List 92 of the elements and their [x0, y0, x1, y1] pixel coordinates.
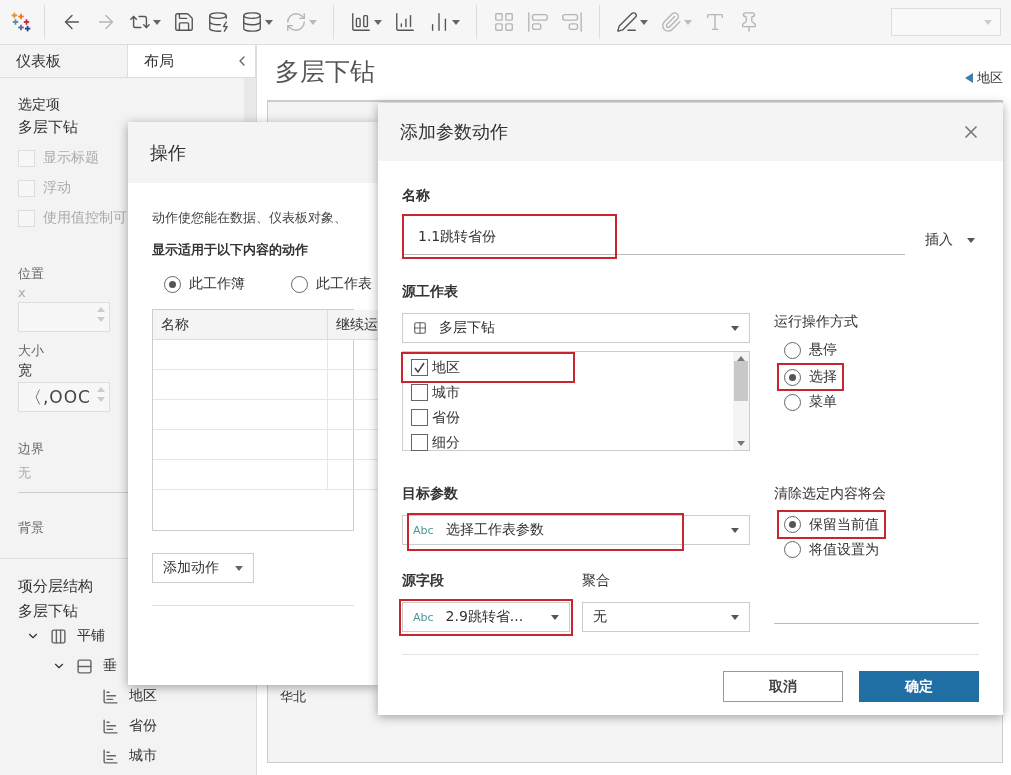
database-icon — [207, 11, 229, 33]
chart-icon — [102, 717, 119, 735]
radio-button[interactable] — [784, 341, 801, 359]
checkbox[interactable] — [411, 434, 428, 451]
field-label: 名称 — [402, 187, 431, 205]
tree-item[interactable]: 省份 — [129, 717, 157, 735]
grid-icon — [413, 321, 427, 335]
ok-button[interactable]: 确定 — [859, 671, 979, 702]
tree-item[interactable]: 垂 — [103, 657, 117, 675]
text-icon — [704, 11, 726, 33]
dialog-title: 添加参数动作 — [400, 120, 508, 144]
number-field[interactable] — [18, 302, 110, 332]
chart-icon — [102, 747, 119, 765]
option-label: 显示标题 — [43, 149, 99, 167]
panel-tab[interactable]: 布局 — [128, 45, 256, 77]
option-label: 浮动 — [43, 179, 71, 197]
field-label: 目标参数 — [402, 485, 459, 503]
sheet-label: 城市 — [432, 383, 460, 402]
layout-icon — [50, 627, 67, 645]
tree-root: 多层下钻 — [18, 602, 78, 621]
tree-item[interactable]: 平铺 — [77, 627, 105, 645]
chart-icon — [394, 11, 416, 33]
radio-button[interactable] — [784, 516, 801, 533]
database-icon — [241, 11, 263, 33]
dropdown-value: 2.9跳转省... — [445, 608, 524, 626]
logo-icon — [10, 11, 32, 33]
field-dropdown[interactable]: Abc 2.9跳转省... — [402, 602, 570, 632]
sheet-label: 省份 — [432, 408, 460, 427]
align-icon — [561, 11, 583, 33]
align-icon — [527, 11, 549, 33]
sheet-dropdown[interactable]: 多层下钻 — [402, 313, 750, 343]
section-heading: 项分层结构 — [18, 577, 93, 596]
parameter-dropdown[interactable]: Abc 选择工作表参数 — [402, 515, 750, 545]
checkbox[interactable] — [411, 359, 428, 376]
group-label: 清除选定内容将会 — [774, 485, 887, 503]
field-label: x — [18, 285, 27, 300]
group-label: 运行操作方式 — [774, 313, 859, 331]
section-heading: 背景 — [18, 519, 44, 537]
dialog-title: 操作 — [150, 140, 186, 165]
radio-button[interactable] — [291, 275, 308, 293]
radio-button[interactable] — [784, 541, 801, 558]
layout-icon — [76, 657, 93, 675]
radio-label: 保留当前值 — [809, 515, 879, 534]
type-label: Abc — [413, 610, 434, 624]
pen-icon — [616, 11, 638, 33]
section-heading: 位置 — [18, 265, 44, 283]
checkbox[interactable] — [411, 409, 428, 426]
description: 动作使您能在数据、仪表板对象、 — [152, 209, 347, 227]
triangle-icon — [965, 72, 973, 83]
dashboard-title: 多层下钻 — [275, 56, 375, 88]
sheet-label: 地区 — [432, 358, 460, 377]
field-label: 聚合 — [582, 572, 611, 590]
radio-label: 此工作表 — [316, 275, 372, 293]
radio-label: 悬停 — [809, 341, 837, 359]
border-value: 无 — [18, 464, 31, 482]
chart-icon — [350, 11, 372, 33]
radio-label: 将值设置为 — [809, 540, 879, 559]
insert-button[interactable]: 插入 — [921, 231, 979, 255]
section-heading: 边界 — [18, 440, 44, 458]
row-label: 华北 — [280, 688, 306, 706]
save-icon — [173, 11, 195, 33]
chart-icon — [102, 687, 119, 705]
grid-icon — [493, 11, 515, 33]
type-label: Abc — [413, 523, 434, 537]
section-heading: 选定项 — [18, 96, 60, 114]
field-label: 宽 — [18, 362, 33, 380]
section-heading: 大小 — [18, 342, 44, 360]
option-label: 使用值控制可 — [43, 209, 127, 227]
legend-label: 地区 — [977, 68, 1003, 87]
radio-button[interactable] — [784, 368, 801, 386]
number-field[interactable]: 〈,OOC — [18, 382, 110, 412]
column-header: 名称 — [153, 310, 328, 340]
dropdown-value: 选择工作表参数 — [445, 521, 544, 539]
scrollbar[interactable] — [733, 352, 749, 450]
radio-label: 菜单 — [809, 393, 837, 411]
aggregation-dropdown[interactable]: 无 — [582, 602, 750, 632]
checkbox[interactable] — [411, 384, 428, 401]
cancel-button[interactable]: 取消 — [723, 671, 843, 702]
radio-button[interactable] — [164, 275, 181, 293]
field-label: 源字段 — [402, 572, 445, 590]
add-action-button[interactable]: 添加动作 — [152, 553, 254, 583]
refresh-icon — [285, 11, 307, 33]
radio-label: 选择 — [809, 368, 837, 386]
tree-item[interactable]: 地区 — [129, 687, 157, 705]
radio-button[interactable] — [784, 393, 801, 411]
paperclip-icon — [660, 11, 682, 33]
selected-item-name: 多层下钻 — [18, 118, 78, 137]
sheet-label: 细分 — [432, 433, 460, 452]
field-label: 源工作表 — [402, 283, 459, 301]
radio-label: 此工作簿 — [189, 275, 245, 293]
tree-item[interactable]: 城市 — [129, 747, 157, 765]
filter-label: 显示适用于以下内容的动作 — [152, 241, 308, 259]
